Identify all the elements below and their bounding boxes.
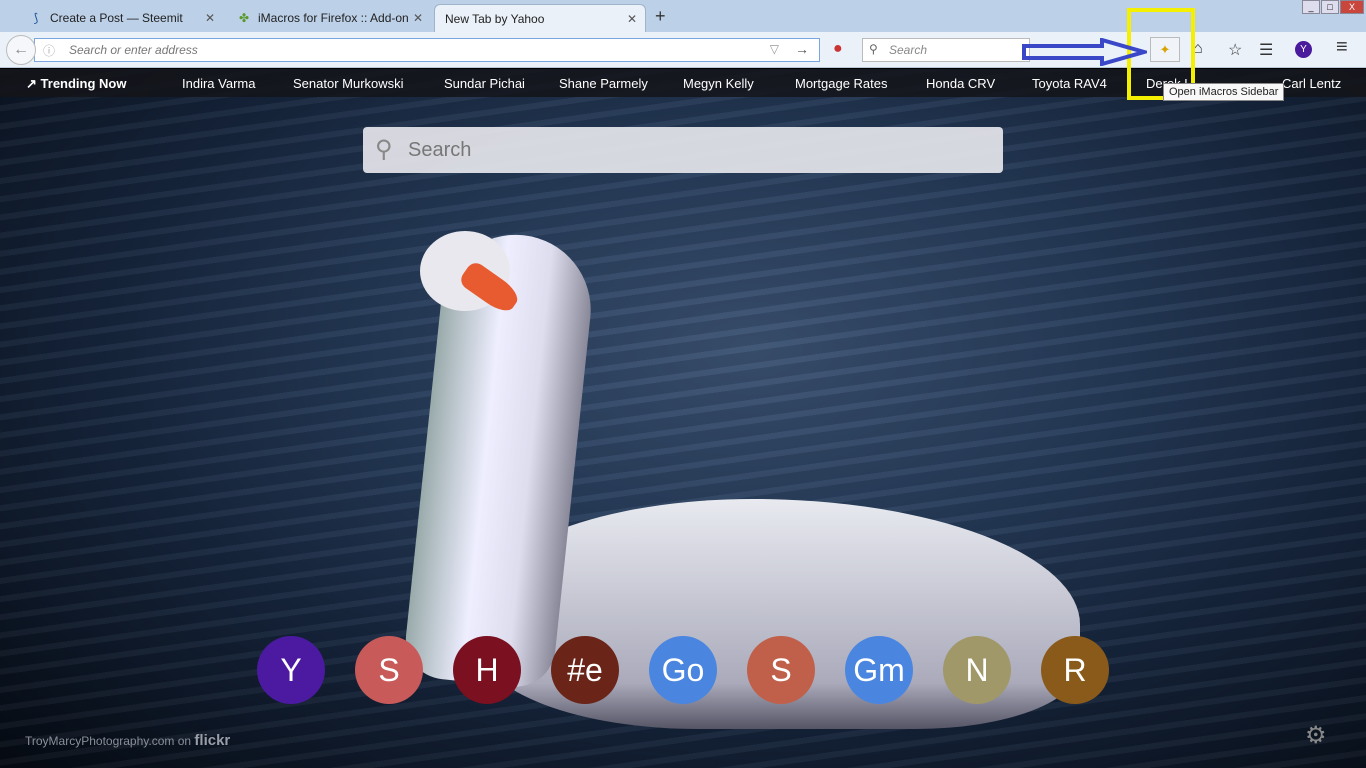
shortcut-tile[interactable]: #e — [551, 636, 619, 704]
pocket-icon[interactable]: ● — [833, 40, 843, 58]
close-tab-icon[interactable]: ✕ — [205, 11, 215, 25]
tab-title: New Tab by Yahoo — [445, 11, 545, 26]
page-search-placeholder: Search — [408, 139, 472, 161]
annotation-arrow-icon — [1022, 38, 1147, 66]
window-controls: _ □ X — [1301, 0, 1364, 14]
steemit-icon: ⟆ — [33, 11, 39, 25]
tab-steemit[interactable]: ⟆ Create a Post — Steemit ✕ — [18, 4, 223, 32]
trending-item[interactable]: Megyn Kelly — [683, 76, 754, 91]
minimize-button[interactable]: _ — [1302, 0, 1320, 14]
trending-label: ↗ Trending Now — [26, 76, 126, 92]
shortcut-tile[interactable]: Y — [257, 636, 325, 704]
url-placeholder: Search or enter address — [69, 43, 198, 57]
history-dropdown-icon[interactable]: ▽ — [770, 42, 779, 56]
go-arrow-icon[interactable]: → — [795, 41, 809, 57]
shortcut-tile[interactable]: H — [453, 636, 521, 704]
trending-item[interactable]: Mortgage Rates — [795, 76, 888, 91]
close-tab-icon[interactable]: ✕ — [627, 12, 637, 26]
trending-item[interactable]: Senator Murkowski — [293, 76, 404, 91]
trending-label-text: Trending Now — [40, 76, 127, 91]
imacros-tooltip: Open iMacros Sidebar — [1163, 83, 1285, 101]
trending-item[interactable]: Shane Parmely — [559, 76, 648, 91]
tab-new-tab[interactable]: New Tab by Yahoo ✕ — [434, 4, 646, 32]
maximize-button[interactable]: □ — [1321, 0, 1339, 14]
url-bar[interactable]: ⓘ Search or enter address ▽ → — [34, 38, 820, 62]
reading-list-icon[interactable]: ☰ — [1259, 40, 1273, 60]
shortcut-tile[interactable]: Go — [649, 636, 717, 704]
shortcut-tile[interactable]: Gm — [845, 636, 913, 704]
settings-gear-icon[interactable]: ⚙ — [1305, 721, 1327, 750]
puzzle-icon: ✤ — [238, 11, 250, 25]
shortcut-tile[interactable]: S — [747, 636, 815, 704]
close-window-button[interactable]: X — [1340, 0, 1364, 14]
trending-item[interactable]: Indira Varma — [182, 76, 255, 91]
menu-icon[interactable]: ≡ — [1336, 36, 1348, 59]
flickr-logo: flickr — [194, 732, 231, 749]
trending-item[interactable]: Toyota RAV4 — [1032, 76, 1107, 91]
shortcut-tile[interactable]: R — [1041, 636, 1109, 704]
search-placeholder: Search — [889, 43, 928, 57]
search-icon: ⚲ — [375, 136, 393, 163]
photo-credit[interactable]: TroyMarcyPhotography.com on flickr — [25, 732, 230, 749]
trending-item[interactable]: Honda CRV — [926, 76, 995, 91]
new-tab-page: ↗ Trending Now Indira Varma Senator Murk… — [0, 69, 1366, 768]
search-input[interactable]: ⚲ Search — [862, 38, 1030, 62]
trending-item[interactable]: Carl Lentz — [1282, 76, 1341, 91]
tab-imacros[interactable]: ✤ iMacros for Firefox :: Add-ons ✕ — [226, 4, 431, 32]
info-icon[interactable]: ⓘ — [43, 42, 55, 59]
shortcut-tiles: Y S H #e Go S Gm N R — [257, 636, 1139, 704]
page-search-input[interactable]: ⚲ Search — [363, 127, 1003, 173]
shortcut-tile[interactable]: N — [943, 636, 1011, 704]
shortcut-tile[interactable]: S — [355, 636, 423, 704]
new-tab-button[interactable]: + — [655, 6, 666, 27]
yahoo-icon[interactable]: Y — [1295, 41, 1312, 58]
close-tab-icon[interactable]: ✕ — [413, 11, 423, 25]
trending-item[interactable]: Sundar Pichai — [444, 76, 525, 91]
credit-author: TroyMarcyPhotography.com on — [25, 734, 192, 748]
tab-title: iMacros for Firefox :: Add-ons — [258, 11, 408, 25]
bookmark-star-icon[interactable]: ☆ — [1228, 40, 1242, 60]
search-icon: ⚲ — [869, 42, 878, 56]
tab-title: Create a Post — Steemit — [50, 11, 183, 25]
trending-icon: ↗ — [26, 76, 37, 91]
back-button[interactable]: ← — [6, 35, 36, 65]
